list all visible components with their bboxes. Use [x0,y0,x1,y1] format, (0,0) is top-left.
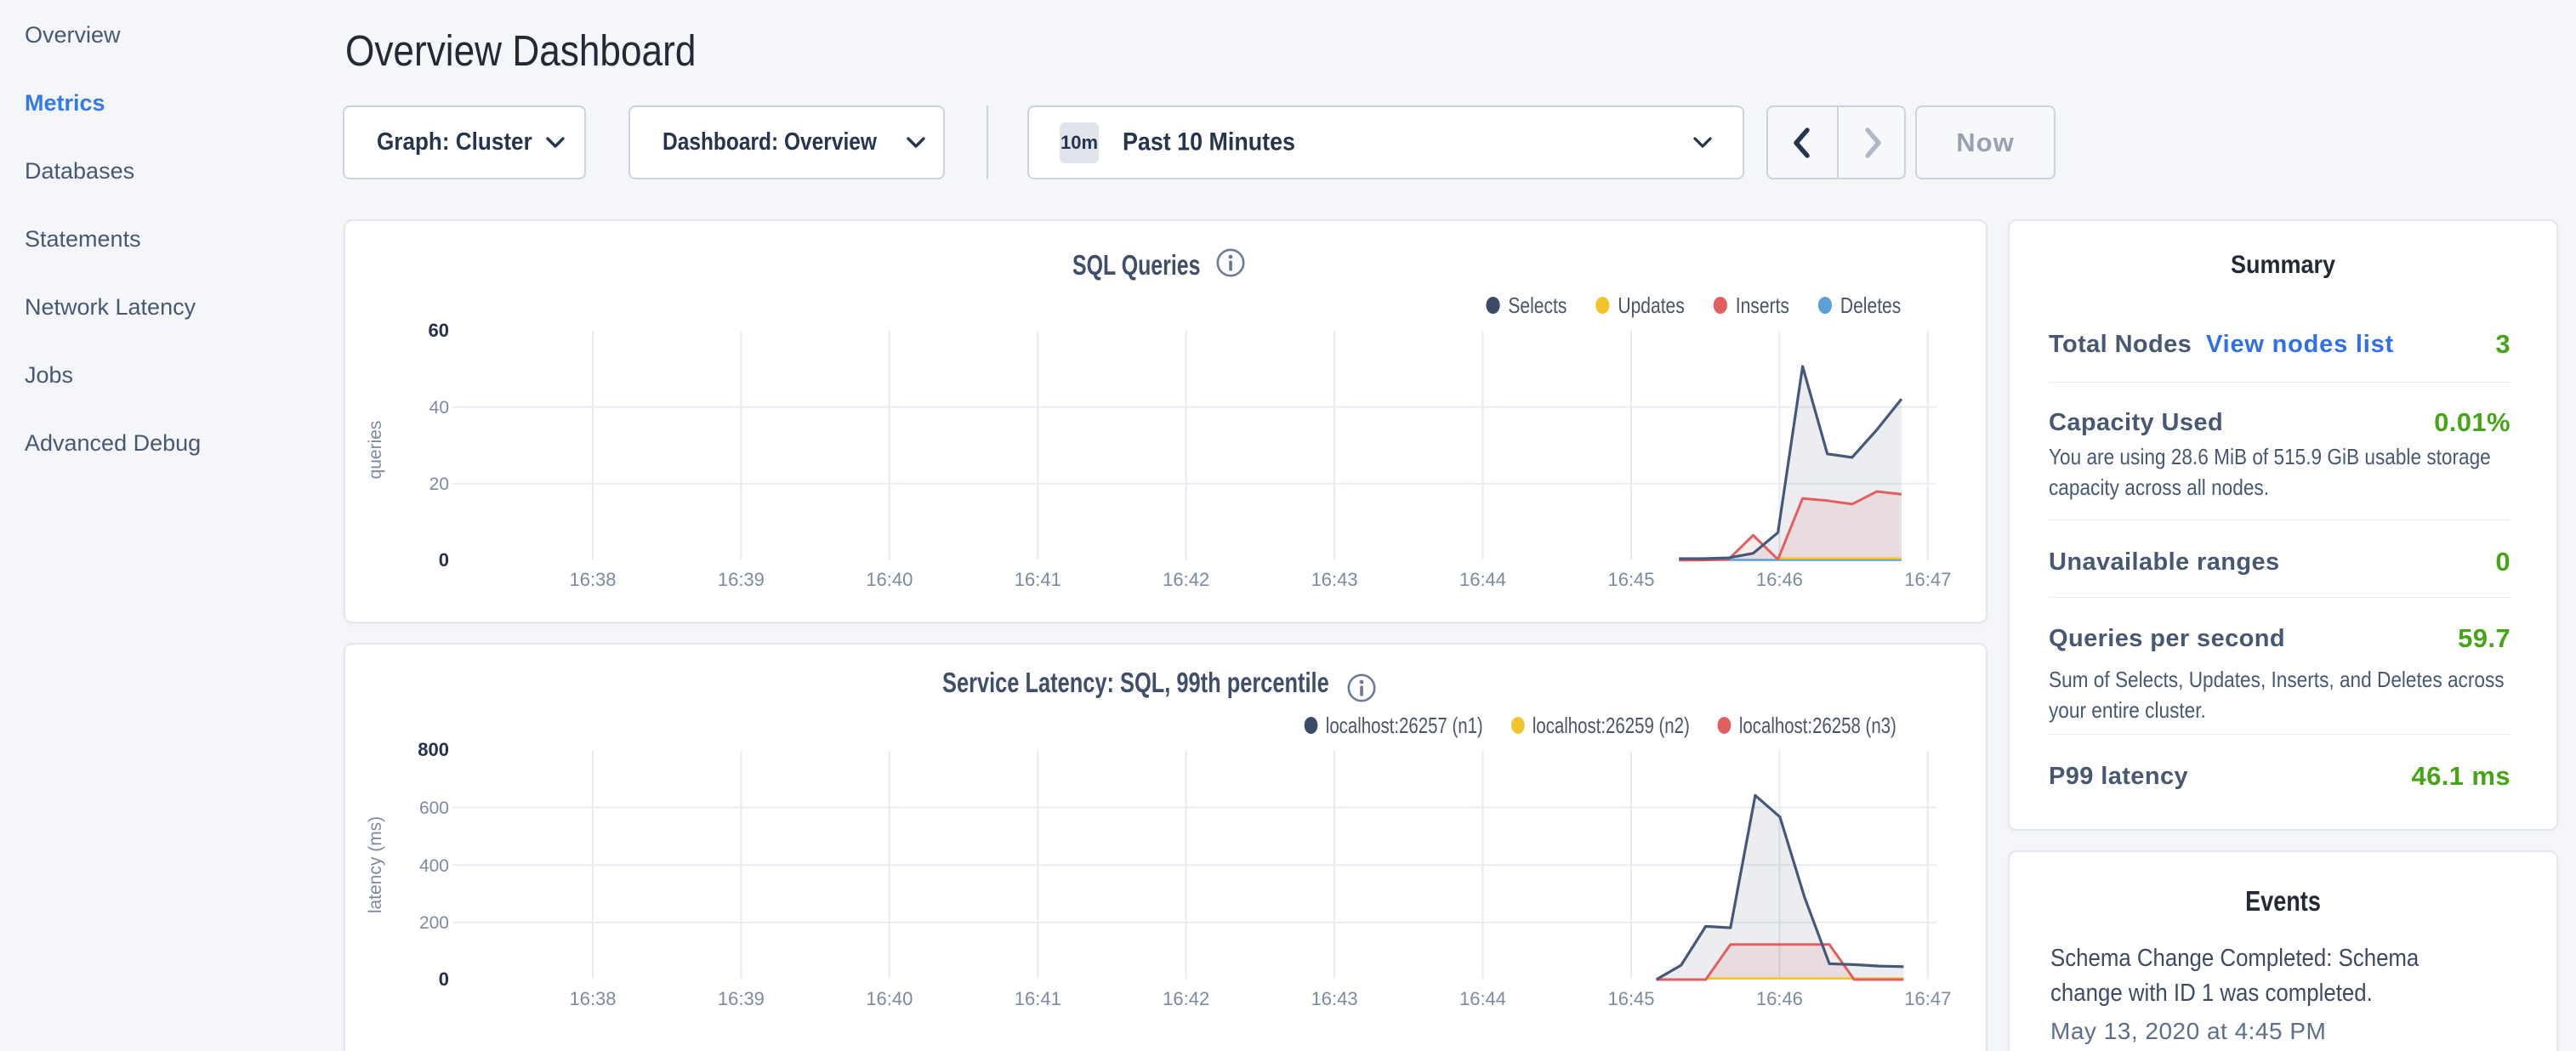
svg-text:queries: queries [366,421,385,480]
svg-text:latency (ms): latency (ms) [366,816,385,913]
svg-text:16:46: 16:46 [1756,569,1803,590]
svg-text:16:41: 16:41 [1015,569,1061,590]
svg-text:0: 0 [439,969,449,990]
svg-text:16:38: 16:38 [569,988,616,1009]
svg-text:16:38: 16:38 [569,569,616,590]
svg-text:16:42: 16:42 [1163,569,1209,590]
svg-text:16:44: 16:44 [1459,988,1506,1009]
svg-text:16:45: 16:45 [1607,569,1654,590]
svg-text:16:47: 16:47 [1904,988,1951,1009]
svg-text:400: 400 [419,856,449,876]
svg-text:16:47: 16:47 [1904,569,1951,590]
svg-text:16:44: 16:44 [1459,569,1506,590]
svg-text:16:46: 16:46 [1756,988,1803,1009]
svg-text:16:40: 16:40 [866,569,913,590]
svg-text:16:39: 16:39 [718,569,765,590]
svg-text:40: 40 [429,398,449,418]
svg-text:16:41: 16:41 [1015,988,1061,1009]
svg-text:60: 60 [429,320,449,341]
svg-text:800: 800 [418,739,449,760]
svg-text:16:39: 16:39 [718,988,765,1009]
svg-text:0: 0 [439,549,449,571]
svg-text:16:42: 16:42 [1163,988,1209,1009]
svg-text:20: 20 [429,474,449,494]
svg-text:16:45: 16:45 [1607,988,1654,1009]
svg-text:16:43: 16:43 [1311,569,1358,590]
svg-text:16:43: 16:43 [1311,988,1358,1009]
svg-text:16:40: 16:40 [866,988,913,1009]
svg-text:200: 200 [419,913,449,933]
svg-text:600: 600 [419,798,449,818]
